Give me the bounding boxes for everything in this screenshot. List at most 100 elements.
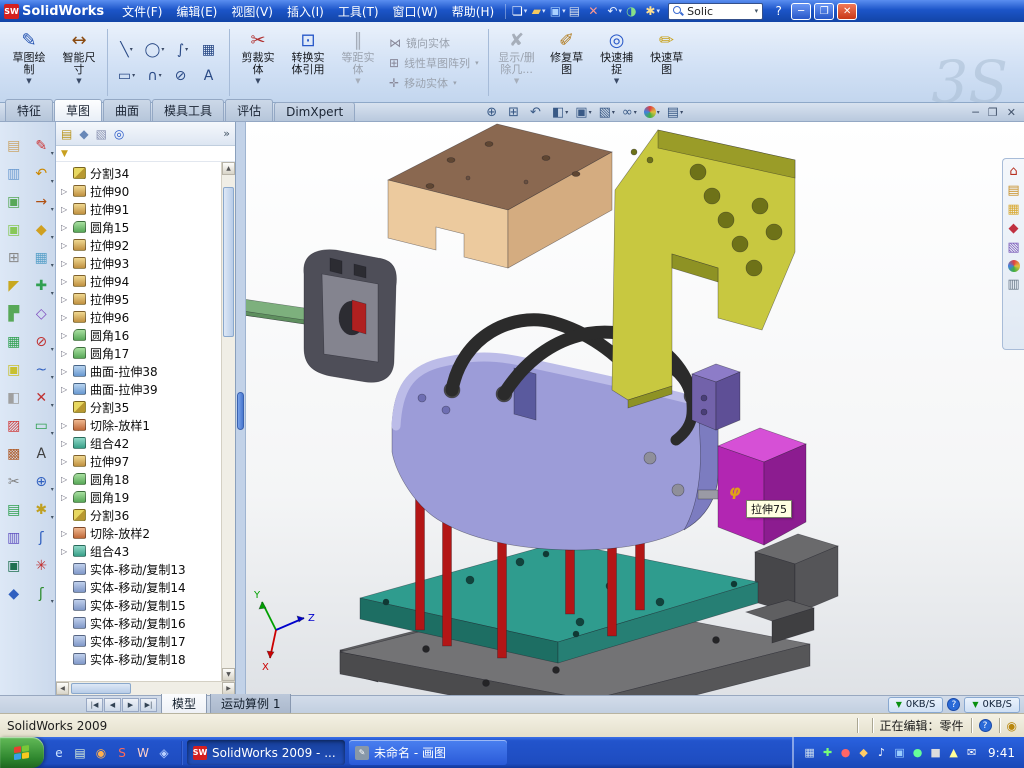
tray-icon[interactable]: ✉ [965,746,978,759]
sketch-entity-tool-button[interactable]: A ▾ [197,63,224,88]
left-toolbar-button[interactable]: ◤ [3,276,24,297]
expand-arrow-icon[interactable]: ▷ [61,547,69,556]
undo-button[interactable]: ↶ ▾ [605,2,624,20]
expand-arrow-icon[interactable]: ▷ [61,475,69,484]
start-button[interactable] [0,737,44,768]
expand-arrow-icon[interactable]: ▷ [61,529,69,538]
left-toolbar-button[interactable]: ▣ [3,192,24,213]
feature-tree-item[interactable]: ▷ 分割36 [56,506,221,524]
feature-tree-item[interactable]: ▷ 分割34 [56,164,221,182]
hide-show-items-icon[interactable]: ∞ ▾ [620,104,639,121]
scroll-left-icon[interactable]: ◀ [56,682,69,695]
configurationmanager-tab-icon[interactable]: ▧ [96,127,107,141]
sketch-entity-tool-button[interactable]: ⊘ ▾ [169,63,196,88]
solidworks-resources-icon[interactable]: ◆ [1009,222,1019,235]
sketch-entity-tool-button[interactable]: ∫ ▾ [169,37,196,62]
featuremanager-tab-icon[interactable]: ▤ [61,127,72,141]
doc-close-button[interactable]: ✕ [1007,106,1016,119]
ribbon-tab[interactable]: 曲面 [103,99,151,121]
left-toolbar-button[interactable]: ✱▾ [31,500,52,521]
left-toolbar-button[interactable]: ✂ [3,472,24,493]
sketch-entity-tool-button[interactable]: ◯ ▾ [141,37,168,62]
expand-arrow-icon[interactable]: ▷ [61,493,69,502]
expand-arrow-icon[interactable]: ▷ [61,259,69,268]
expand-arrow-icon[interactable]: ▷ [61,367,69,376]
chevron-icon[interactable]: » [223,127,230,140]
expand-arrow-icon[interactable]: ▷ [61,331,69,340]
expand-arrow-icon[interactable]: ▷ [61,313,69,322]
display-style-icon[interactable]: ▧ ▾ [597,104,617,121]
convert-entities-button[interactable]: 转换实体引用 ▼ [283,25,333,100]
left-toolbar-button[interactable]: ▤ [3,136,24,157]
expand-arrow-icon[interactable]: ▷ [61,277,69,286]
feature-tree-item[interactable]: ▷ 实体-移动/复制15 [56,596,221,614]
annotation-icon[interactable]: ◉ [1007,719,1017,733]
feature-tree-item[interactable]: ▷ 切除-放样2 [56,524,221,542]
feature-tree-item[interactable]: ▷ 圆角15 [56,218,221,236]
feature-tree-item[interactable]: ▷ 拉伸94 [56,272,221,290]
close-button[interactable]: ✕ [837,3,857,20]
feature-tree-item[interactable]: ▷ 拉伸95 [56,290,221,308]
status-help-icon[interactable]: ? [979,719,992,732]
first-tab-button[interactable]: |◀ [86,698,103,712]
rebuild-button[interactable]: ◑ ▾ [624,2,643,20]
panel-splitter[interactable] [236,122,246,695]
feature-tree-item[interactable]: ▷ 拉伸97 [56,452,221,470]
quick-launch-icon[interactable]: S [114,745,130,761]
feature-tree-item[interactable]: ▷ 拉伸92 [56,236,221,254]
file-explorer-icon[interactable]: ▦ [1007,203,1019,216]
ribbon-tab[interactable]: DimXpert [274,102,355,121]
rapid-sketch-button[interactable]: 快速草图 ▼ [642,25,692,100]
model-connector-block[interactable] [692,364,740,430]
tray-icon[interactable]: ▣ [893,746,906,759]
left-toolbar-button[interactable]: ◧ [3,388,24,409]
mirror-entities-button[interactable]: 镜向实体 ▾ [385,35,483,51]
tray-icon[interactable]: ♪ [875,746,888,759]
restore-button[interactable]: ❐ [814,3,834,20]
menu-item[interactable]: 文件(F) [115,1,169,22]
model-side-block[interactable]: φ [718,428,806,545]
graphics-viewport[interactable]: φ Y Z X 拉伸75 ⌂ ▤ ▦ [246,122,1024,695]
propertymanager-tab-icon[interactable]: ◆ [79,127,88,141]
move-entities-button[interactable]: 移动实体 ▾ [385,75,483,91]
feature-tree-item[interactable]: ▷ 圆角18 [56,470,221,488]
left-toolbar-button[interactable]: ▣ [3,556,24,577]
doc-minimize-button[interactable]: ─ [972,106,979,119]
menu-item[interactable]: 帮助(H) [445,1,501,22]
quick-launch-icon[interactable]: W [135,745,151,761]
sketch-entity-tool-button[interactable]: ╲ ▾ [113,37,140,62]
model-top-plate[interactable] [388,124,612,268]
menu-item[interactable]: 视图(V) [224,1,280,22]
quick-launch-icon[interactable]: e [51,745,67,761]
expand-arrow-icon[interactable]: ▷ [61,223,69,232]
left-toolbar-button[interactable]: ◇▾ [31,304,52,325]
display-delete-relations-button[interactable]: 显示/删除几... ▼ [492,25,542,100]
tray-icon[interactable]: ● [911,746,924,759]
trim-entities-button[interactable]: 剪裁实体 ▼ [233,25,283,100]
left-toolbar-button[interactable]: ▦▾ [31,248,52,269]
options-button[interactable]: ✱ ▾ [643,2,662,20]
help-button[interactable]: ? [769,2,788,20]
previous-view-icon[interactable]: ↶ ▾ [528,104,547,121]
expand-arrow-icon[interactable]: ▷ [61,205,69,214]
left-toolbar-button[interactable]: ✳▾ [31,556,52,577]
model-clamp-arm[interactable] [246,250,396,383]
linear-sketch-pattern-button[interactable]: 线性草图阵列 ▾ [385,55,483,71]
task-button[interactable]: ✎ 未命名 - 画图 [349,740,507,765]
expand-arrow-icon[interactable]: ▷ [61,187,69,196]
feature-tree-item[interactable]: ▷ 实体-移动/复制13 [56,560,221,578]
offset-entities-button[interactable]: 等距实体 ▼ [333,25,383,100]
search-dropdown-icon[interactable]: ▾ [755,7,759,15]
delete-button[interactable]: ✕ ▾ [586,2,605,20]
left-toolbar-button[interactable]: ◆ [3,584,24,605]
left-toolbar-button[interactable]: ▤ [3,500,24,521]
task-button[interactable]: SW SolidWorks 2009 - ... [187,740,345,765]
ribbon-tab[interactable]: 模具工具 [152,99,224,121]
menu-item[interactable]: 工具(T) [331,1,386,22]
zoom-area-icon[interactable]: ⊞ ▾ [506,104,525,121]
menu-item[interactable]: 窗口(W) [386,1,445,22]
quick-launch-icon[interactable]: ▤ [72,745,88,761]
tray-icon[interactable]: ▦ [803,746,816,759]
splitter-handle[interactable] [237,392,244,430]
feature-tree-item[interactable]: ▷ 实体-移动/复制17 [56,632,221,650]
